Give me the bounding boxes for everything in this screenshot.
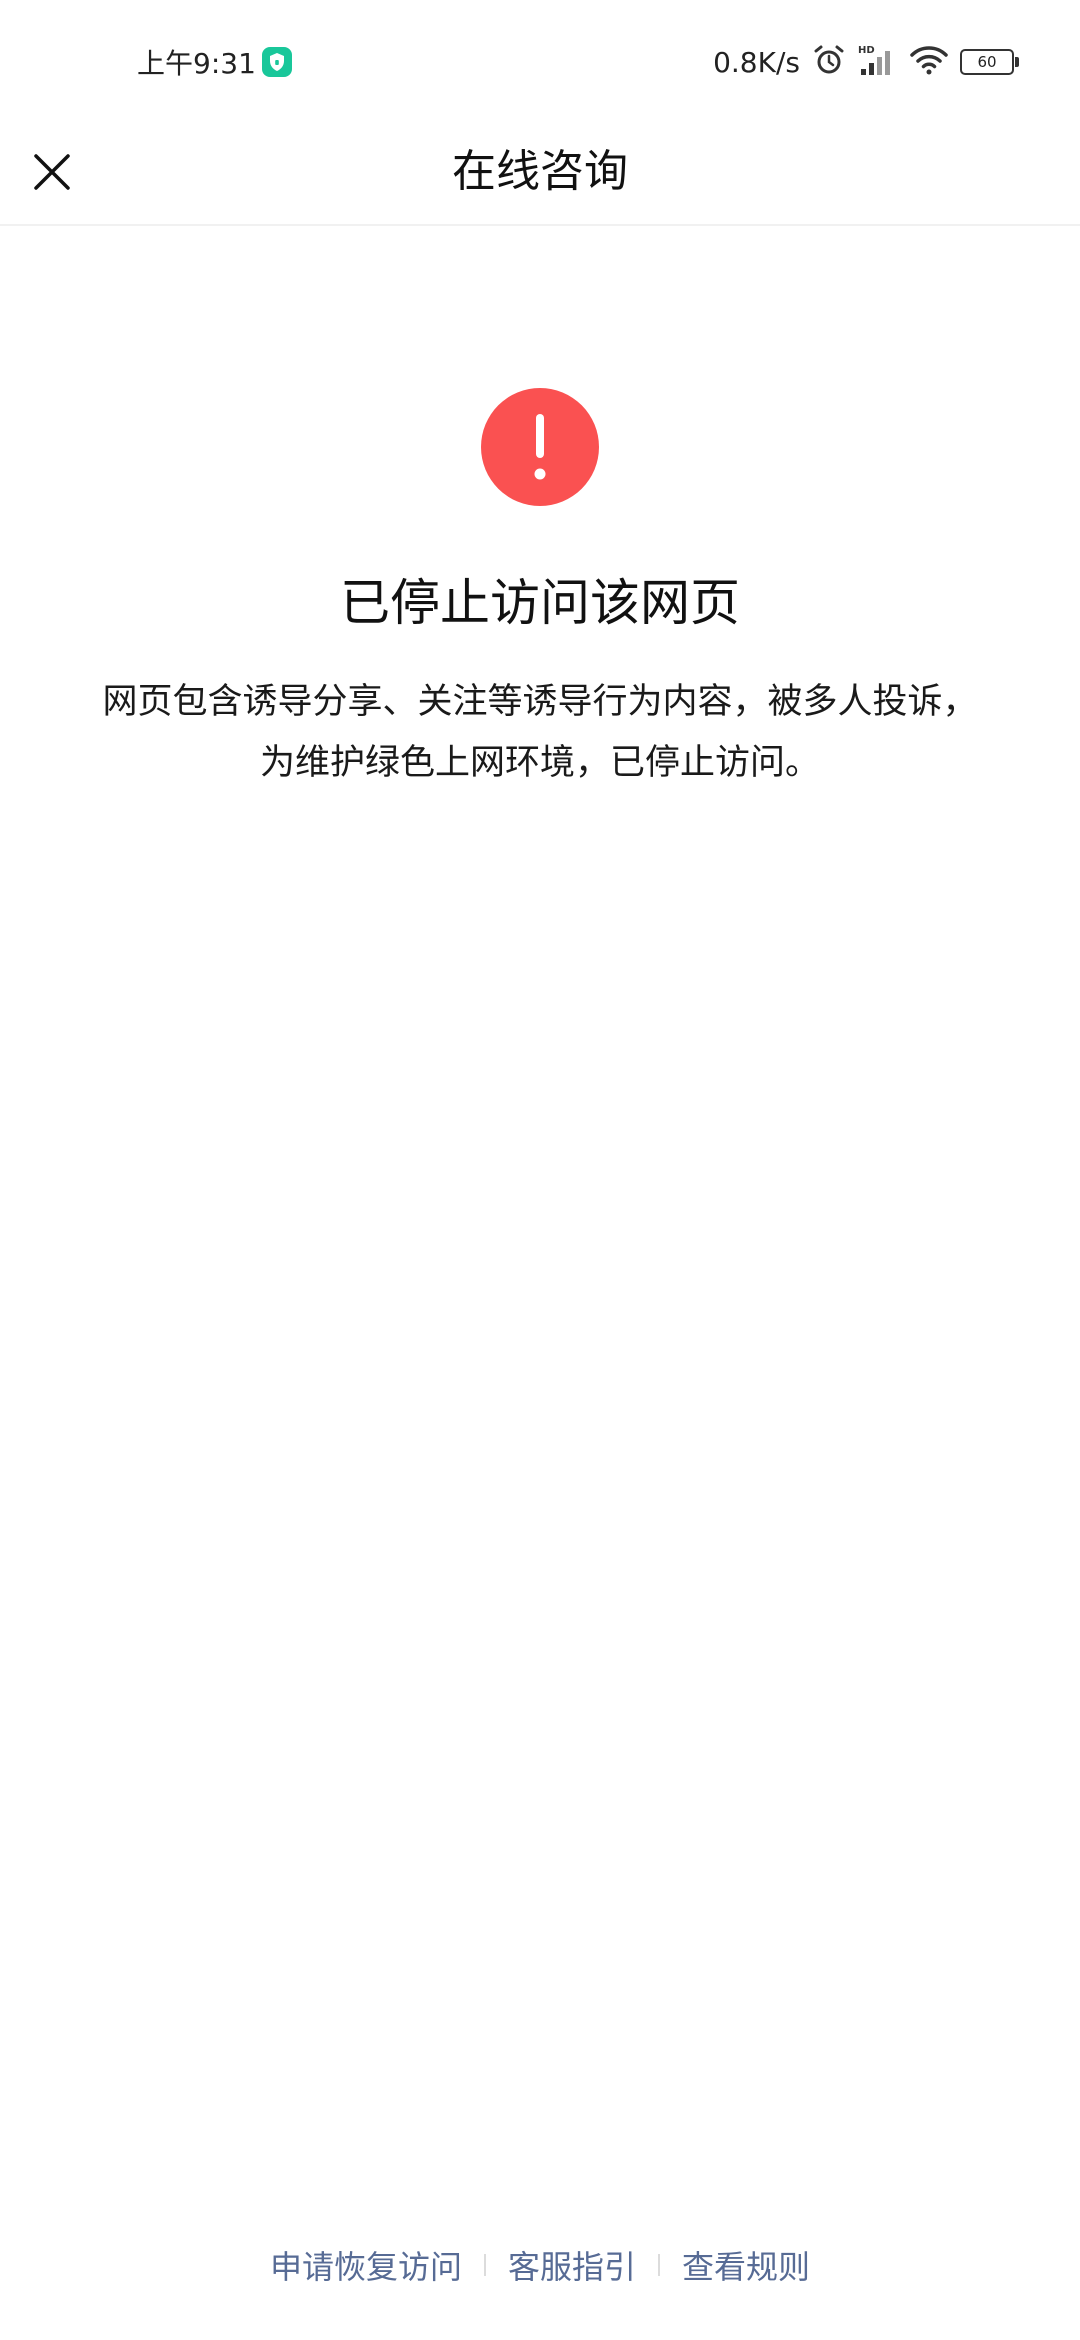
- footer-divider: [483, 2254, 486, 2276]
- page-title: 在线咨询: [452, 146, 628, 197]
- error-title: 已停止访问该网页: [340, 574, 740, 632]
- close-icon: [34, 154, 70, 190]
- status-time: 上午9:31: [137, 47, 256, 80]
- view-rules-link[interactable]: 查看规则: [682, 2242, 810, 2288]
- screen: 上午9:31 0.8K/s HD 60 在线咨询 已停止访问该网页 网页包含诱导…: [0, 0, 1080, 2340]
- hd-signal-icon: HD: [858, 43, 898, 81]
- svg-text:HD: HD: [858, 45, 875, 56]
- nav-bar: 在线咨询: [0, 120, 1080, 226]
- exclamation-circle-icon: [481, 388, 599, 506]
- shield-icon: [261, 47, 292, 77]
- alarm-icon: [812, 43, 846, 81]
- customer-service-guide-link[interactable]: 客服指引: [508, 2242, 636, 2288]
- apply-restore-access-link[interactable]: 申请恢复访问: [270, 2242, 462, 2288]
- network-speed: 0.8K/s: [713, 45, 800, 79]
- wifi-icon: [910, 45, 948, 79]
- status-bar: 上午9:31 0.8K/s HD 60: [0, 0, 1080, 120]
- close-button[interactable]: [22, 142, 82, 202]
- battery-level: 60: [977, 52, 997, 71]
- status-bar-left: 上午9:31: [137, 40, 292, 84]
- status-bar-right: 0.8K/s HD 60: [713, 40, 1019, 84]
- error-description: 网页包含诱导分享、关注等诱导行为内容，被多人投诉， 为维护绿色上网环境，已停止访…: [60, 672, 1020, 794]
- description-line-2: 为维护绿色上网环境，已停止访问。: [259, 743, 820, 783]
- footer-links: 申请恢复访问 客服指引 查看规则: [0, 2240, 1080, 2290]
- description-line-1: 网页包含诱导分享、关注等诱导行为内容，被多人投诉，: [102, 682, 978, 722]
- footer-divider: [658, 2254, 660, 2276]
- battery-icon: 60: [960, 49, 1019, 75]
